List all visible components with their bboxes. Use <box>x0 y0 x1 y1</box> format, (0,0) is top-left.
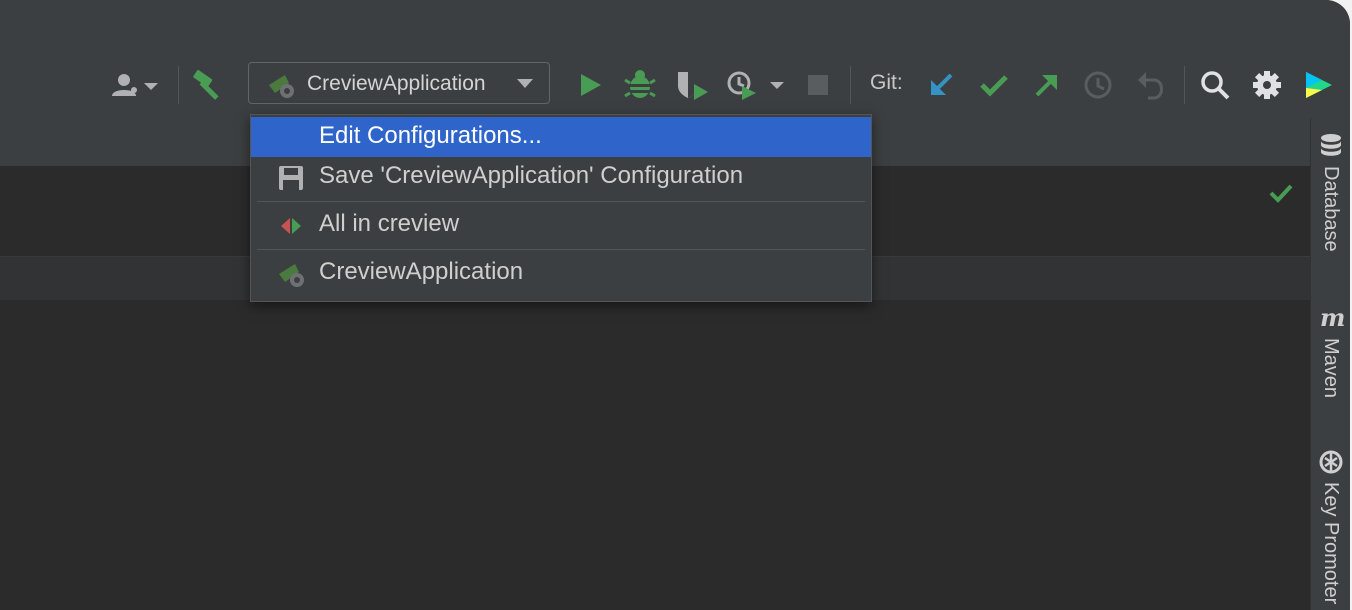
spring-boot-icon <box>269 75 294 98</box>
debug-icon <box>624 70 656 98</box>
run-configuration-selector[interactable]: CreviewApplication <box>248 62 550 104</box>
inspection-ok-check-icon[interactable] <box>1268 180 1294 206</box>
run-configuration-popup-menu: Edit Configurations... Save 'CreviewAppl… <box>250 114 872 302</box>
chevron-down-icon <box>144 83 158 90</box>
menu-item-edit-configurations[interactable]: Edit Configurations... <box>251 117 871 157</box>
search-icon <box>1201 71 1230 100</box>
rollback-icon <box>1138 72 1163 100</box>
menu-item-label: CreviewApplication <box>319 258 524 285</box>
tool-window-tab-key-promoter[interactable]: Key Promoter <box>1311 448 1350 610</box>
chevron-down-icon <box>770 82 784 89</box>
ide-window: CreviewApplication Git: Database m Maven… <box>0 0 1350 610</box>
debug-button[interactable] <box>622 66 658 104</box>
git-commit-icon <box>980 75 1008 97</box>
plugin-logo-icon <box>1306 72 1332 98</box>
maven-icon: m <box>1320 304 1345 332</box>
title-bar <box>0 0 1350 48</box>
git-push-icon <box>1035 75 1057 97</box>
hammer-icon <box>193 69 219 100</box>
git-label: Git: <box>870 71 903 94</box>
stop-icon <box>808 75 828 95</box>
search-everywhere-button[interactable] <box>1196 66 1234 104</box>
svg-text:m: m <box>1320 304 1345 332</box>
menu-item-label: Edit Configurations... <box>319 122 542 149</box>
git-commit-button[interactable] <box>976 66 1012 104</box>
menu-item-creview-application[interactable]: CreviewApplication <box>251 253 871 293</box>
editor-area <box>0 300 1310 610</box>
plugin-logo-button[interactable] <box>1300 66 1336 104</box>
settings-button[interactable] <box>1248 66 1286 104</box>
menu-item-label: Save 'CreviewApplication' Configuration <box>319 162 744 189</box>
spring-boot-icon <box>279 264 304 287</box>
tool-window-tab-maven[interactable]: m Maven <box>1311 304 1350 424</box>
menu-item-save-configuration[interactable]: Save 'CreviewApplication' Configuration <box>251 157 871 197</box>
git-update-button[interactable] <box>924 66 960 104</box>
menu-separator <box>257 201 865 202</box>
tool-window-tab-database[interactable]: Database <box>1311 132 1350 272</box>
tool-window-label-maven: Maven <box>1320 338 1342 399</box>
run-with-coverage-button[interactable] <box>674 66 712 104</box>
history-icon <box>1084 71 1112 99</box>
stop-button[interactable] <box>800 66 836 104</box>
user-icon <box>112 74 137 96</box>
build-button[interactable] <box>190 66 228 104</box>
git-update-icon <box>931 73 953 95</box>
gear-icon <box>1253 71 1281 99</box>
profile-button[interactable] <box>724 66 790 104</box>
user-menu-button[interactable] <box>106 68 162 102</box>
menu-item-all-in-creview[interactable]: All in creview <box>251 205 871 245</box>
run-configuration-label: CreviewApplication <box>307 72 486 95</box>
tool-window-label-key-promoter: Key Promoter <box>1320 482 1342 605</box>
git-push-button[interactable] <box>1028 66 1064 104</box>
profile-icon <box>727 71 756 100</box>
save-icon <box>279 166 303 190</box>
run-button[interactable] <box>574 66 606 104</box>
database-icon <box>1321 134 1341 156</box>
menu-item-label: All in creview <box>319 210 460 237</box>
history-button[interactable] <box>1080 66 1116 104</box>
run-icon <box>581 74 601 96</box>
coverage-icon <box>678 72 708 100</box>
key-promoter-icon <box>1319 450 1343 474</box>
menu-separator <box>257 249 865 250</box>
chevron-down-icon <box>517 79 533 88</box>
test-icon <box>281 218 301 234</box>
tool-window-label-database: Database <box>1320 166 1342 252</box>
right-tool-window-strip: Database m Maven Key Promoter <box>1310 118 1350 610</box>
rollback-button[interactable] <box>1132 66 1168 104</box>
